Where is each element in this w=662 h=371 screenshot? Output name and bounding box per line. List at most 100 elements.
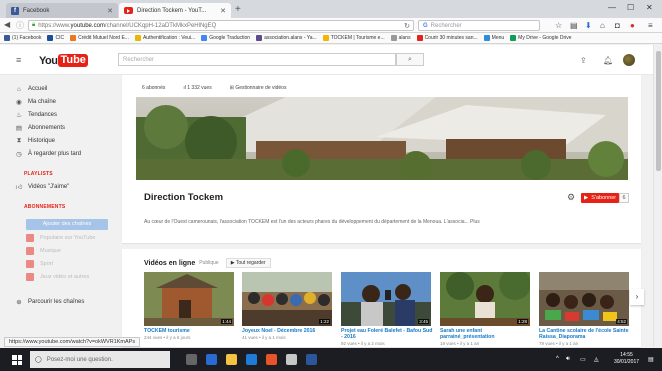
subscriber-count: 6 bbox=[619, 193, 629, 203]
video-manager-link[interactable]: ⊞ Gestionnaire de vidéos bbox=[230, 85, 287, 91]
bookmark-item[interactable]: Google Traduction bbox=[201, 35, 250, 41]
word-icon[interactable] bbox=[306, 354, 317, 365]
youtube-search-button[interactable]: ⌕ bbox=[396, 53, 424, 66]
uploads-title[interactable]: Vidéos en ligne bbox=[144, 260, 195, 267]
play-all-button[interactable]: ▶ Tout regarder bbox=[225, 258, 271, 268]
playlists-heading: PLAYLISTS bbox=[24, 171, 53, 177]
sidebar-item-watch-later[interactable]: ◷ À regarder plus tard bbox=[16, 151, 82, 158]
video-duration: 3:45 bbox=[418, 319, 429, 324]
windows-start-icon[interactable] bbox=[12, 355, 22, 365]
bookmark-item[interactable]: TOCKEM | Tourisme e... bbox=[322, 35, 385, 41]
bookmark-item[interactable]: Authentification : Veui... bbox=[134, 35, 195, 41]
browser-search-input[interactable]: G Rechercher bbox=[418, 20, 540, 31]
sidebar-item-label: À regarder plus tard bbox=[28, 151, 82, 157]
sidebar-item-historique[interactable]: ⧗ Historique bbox=[17, 137, 55, 144]
firefox-icon[interactable] bbox=[266, 354, 277, 365]
bookmark-item[interactable]: Courir 30 minutes san... bbox=[416, 35, 478, 41]
bookmark-item[interactable]: (1) Facebook bbox=[4, 35, 41, 41]
new-tab-icon[interactable]: + bbox=[235, 4, 241, 15]
address-bar[interactable]: 🔒︎ https://www. youtube.com/channel/UCKqp… bbox=[28, 20, 414, 31]
menu-icon[interactable]: ≡ bbox=[648, 21, 653, 30]
subscription-gaming[interactable]: Jeux vidéo et autres bbox=[26, 273, 89, 281]
close-window-icon[interactable]: ✕ bbox=[646, 3, 653, 12]
video-title[interactable]: Projet eau Foleré Balefet - Bafou Sud - … bbox=[341, 328, 433, 340]
video-thumbnail[interactable]: 3:45 bbox=[341, 272, 431, 326]
upload-icon[interactable]: ⇪ bbox=[580, 56, 587, 65]
bookmark-star-icon[interactable]: ☆ bbox=[555, 21, 562, 30]
sidebar-item-liked-videos[interactable]: 👍︎ Vidéos "J'aime" bbox=[16, 184, 70, 191]
calculator-icon[interactable] bbox=[286, 354, 297, 365]
video-title[interactable]: La Cantine scolaire de l'école Sainte Ra… bbox=[539, 328, 631, 340]
guide-menu-icon[interactable]: ≡ bbox=[16, 55, 21, 65]
volume-icon[interactable]: 🔊︎ bbox=[566, 356, 570, 363]
subscription-sport[interactable]: Sport bbox=[26, 260, 53, 268]
back-icon[interactable]: ◀ bbox=[4, 20, 10, 29]
tab-title: Facebook bbox=[23, 7, 50, 14]
notifications-bell-icon[interactable]: 🔔︎ bbox=[603, 56, 613, 65]
pocket-icon[interactable]: ◘ bbox=[615, 21, 620, 30]
notifications-icon[interactable]: ▤ bbox=[648, 356, 654, 363]
video-title[interactable]: TOCKEM tourisme bbox=[144, 328, 236, 334]
url-prefix: https://www. bbox=[38, 22, 71, 29]
battery-icon[interactable]: ▭ bbox=[580, 356, 586, 363]
video-meta: 244 vues • il y a 6 jours bbox=[144, 335, 191, 340]
sidebar-item-tendances[interactable]: ♨ Tendances bbox=[16, 112, 57, 119]
subscription-popular[interactable]: Populaire sur YouTube bbox=[26, 234, 95, 242]
sidebar-item-abonnements[interactable]: ▤ Abonnements bbox=[16, 125, 65, 132]
bookmark-label: My Drive - Google Drive bbox=[518, 35, 572, 41]
video-thumbnail[interactable]: 1:22 bbox=[242, 272, 332, 326]
video-thumbnail[interactable]: 1:28 bbox=[440, 272, 530, 326]
youtube-search-input[interactable]: Rechercher bbox=[118, 53, 396, 66]
video-thumbnail[interactable]: 4:52 bbox=[539, 272, 629, 326]
addon-icon[interactable]: ● bbox=[630, 21, 635, 30]
tab-facebook[interactable]: f Facebook ✕ bbox=[6, 3, 118, 18]
task-view-icon[interactable] bbox=[186, 354, 197, 365]
subscription-music[interactable]: Musique bbox=[26, 247, 61, 255]
google-search-icon: G bbox=[423, 22, 428, 29]
subscribe-button[interactable]: ▶ S'abonner bbox=[581, 193, 619, 203]
bookmark-item[interactable]: association.alans - Ya... bbox=[256, 35, 317, 41]
close-tab-icon[interactable]: ✕ bbox=[220, 7, 226, 15]
file-explorer-icon[interactable] bbox=[226, 354, 237, 365]
browse-channels-link[interactable]: ⊕ Parcourir les chaînes bbox=[16, 299, 84, 306]
sidebar-item-ma-chaine[interactable]: ◉ Ma chaîne bbox=[16, 99, 56, 106]
bookmark-item[interactable]: My Drive - Google Drive bbox=[510, 35, 572, 41]
bookmark-label: CIC bbox=[55, 35, 65, 41]
tab-youtube[interactable]: Direction Tockem - YouT... ✕ bbox=[119, 3, 231, 18]
youtube-search-placeholder: Rechercher bbox=[123, 57, 155, 63]
download-icon[interactable]: ⬇ bbox=[585, 21, 592, 30]
bookmark-item[interactable]: CIC bbox=[47, 35, 64, 41]
video-title[interactable]: Sarah une enfant parrainé_présentation bbox=[440, 328, 532, 340]
youtube-logo[interactable]: You Tube bbox=[39, 54, 88, 67]
network-icon[interactable]: ◬ bbox=[594, 356, 599, 363]
bookmark-item[interactable]: Menu bbox=[483, 35, 504, 41]
scrollbar-thumb[interactable] bbox=[656, 51, 661, 171]
video-title[interactable]: Joyeux Noel - Décembre 2016 bbox=[242, 328, 334, 334]
account-avatar[interactable] bbox=[623, 54, 635, 66]
bookmark-item[interactable]: Crédit Mutuel Nord E... bbox=[70, 35, 129, 41]
add-channels-button[interactable]: Ajouter des chaînes bbox=[26, 219, 108, 230]
reload-icon[interactable]: ↻ bbox=[404, 22, 410, 30]
video-thumbnail[interactable]: 1:44 bbox=[144, 272, 234, 326]
store-icon[interactable] bbox=[246, 354, 257, 365]
sidebar-item-accueil[interactable]: ⌂ Accueil bbox=[17, 86, 47, 93]
page-scrollbar[interactable] bbox=[653, 45, 662, 347]
channel-settings-gear-icon[interactable]: ⚙ bbox=[567, 192, 575, 203]
home-icon[interactable]: ⌂ bbox=[600, 21, 605, 30]
cortana-search-input[interactable]: ◯ Posez-moi une question. bbox=[30, 351, 170, 368]
edge-browser-icon[interactable] bbox=[206, 354, 217, 365]
carousel-next-arrow-icon[interactable]: › bbox=[630, 289, 644, 305]
taskbar-clock[interactable]: 14:55 30/01/2017 bbox=[614, 352, 639, 366]
bookmark-item[interactable]: alans bbox=[390, 35, 411, 41]
minimize-icon[interactable]: — bbox=[608, 3, 616, 12]
close-tab-icon[interactable]: ✕ bbox=[107, 7, 113, 15]
reading-list-icon[interactable]: ▤ bbox=[570, 21, 578, 30]
lock-icon: 🔒︎ bbox=[32, 22, 36, 28]
info-icon[interactable]: ⓘ bbox=[16, 20, 24, 31]
subscriptions-icon: ▤ bbox=[15, 125, 23, 132]
logo-tube: Tube bbox=[58, 54, 88, 67]
maximize-icon[interactable]: ☐ bbox=[627, 3, 634, 12]
search-placeholder: Rechercher bbox=[430, 22, 462, 29]
tray-chevron-icon[interactable]: ^ bbox=[556, 356, 559, 362]
video-meta: 79 vues • il y a 1 an bbox=[539, 341, 579, 346]
